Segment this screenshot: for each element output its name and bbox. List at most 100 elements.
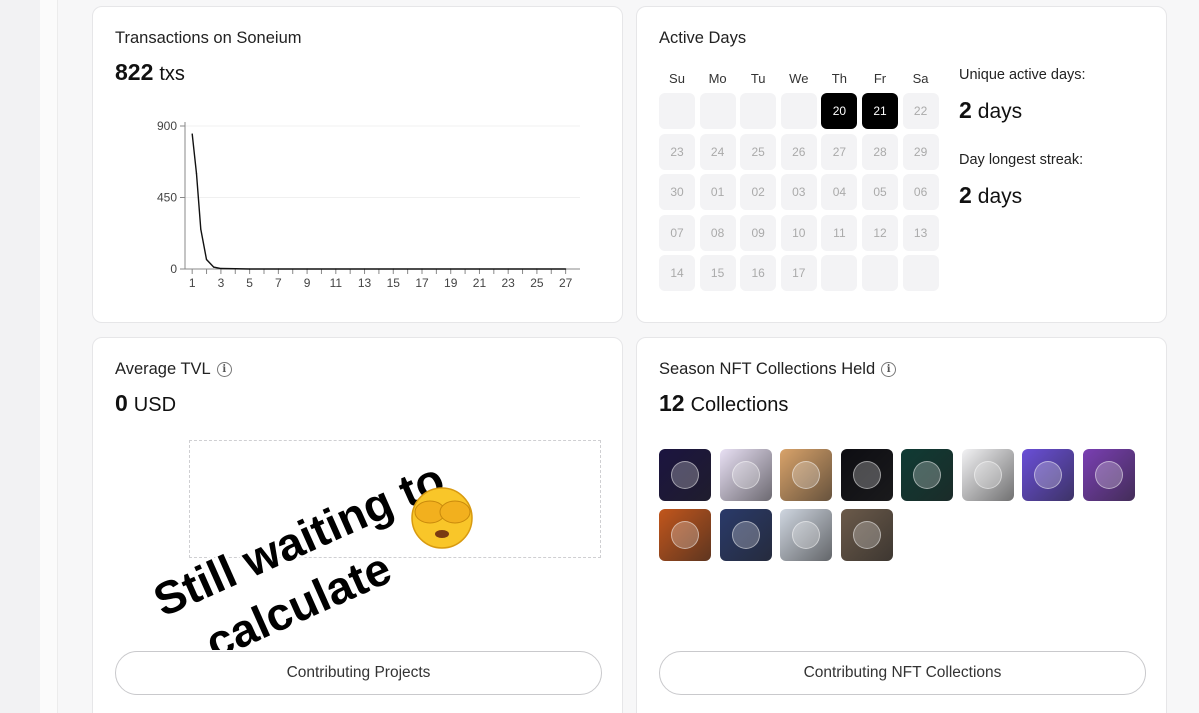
transactions-chart: 90045001 3 5 7 9 11 13 15 17 19 21 23 25 27 — [157, 119, 580, 290]
active-days-title: Active Days — [659, 29, 747, 47]
calendar-day[interactable]: 21 — [862, 93, 898, 129]
calendar-day[interactable]: 26 — [780, 133, 817, 170]
data-point — [565, 268, 567, 270]
nft-cube-burst-icon[interactable] — [719, 509, 772, 561]
calendar-empty-cell — [902, 255, 939, 292]
streak-value: 2 — [959, 182, 972, 208]
nft-title: Season NFT Collections Held — [659, 360, 876, 378]
data-point — [450, 268, 452, 270]
calendar-day[interactable]: 09 — [740, 214, 777, 251]
calendar-day[interactable]: 10 — [780, 214, 817, 251]
contributing-nft-collections-button[interactable]: Contributing NFT Collections — [659, 651, 1146, 695]
x-tick-label: 27 — [559, 276, 573, 290]
streak-unit: days — [977, 185, 1023, 208]
data-point — [213, 266, 215, 268]
calendar-day[interactable]: 14 — [659, 255, 695, 292]
nft-thumb-mark — [913, 461, 941, 489]
tvl-value: 0 — [115, 390, 128, 416]
weekday-label: Th — [831, 71, 847, 86]
data-point — [220, 267, 222, 270]
calendar-day[interactable]: 05 — [862, 174, 898, 211]
sidebar-edge — [40, 0, 58, 713]
nft-orange-portal-icon[interactable] — [659, 509, 711, 561]
data-point — [277, 268, 279, 270]
y-tick-label: 450 — [157, 191, 177, 205]
data-point — [363, 268, 366, 270]
nft-unit: Collections — [690, 394, 789, 416]
calendar-day[interactable]: 17 — [780, 255, 817, 292]
data-point — [195, 173, 198, 175]
nft-thumb-mark — [671, 461, 699, 489]
calendar-day[interactable]: 29 — [902, 133, 939, 170]
calendar-day[interactable]: 16 — [740, 255, 777, 292]
weekday-label: Su — [669, 71, 685, 86]
unique-days-unit: days — [977, 100, 1023, 123]
nft-soneium-id-icon[interactable] — [840, 449, 893, 501]
left-rail — [0, 0, 40, 713]
nft-dark-logo-icon[interactable] — [659, 449, 711, 501]
nft-hex-badge-icon[interactable] — [961, 449, 1014, 501]
nft-thumb-mark — [731, 461, 760, 489]
calendar-day[interactable]: 12 — [862, 214, 898, 251]
transactions-card: Transactions on Soneium 822 txs 900 450 0 1… — [92, 6, 623, 323]
nft-title-row: Season NFT Collections Held i — [659, 360, 897, 379]
x-tick-label: 15 — [387, 276, 401, 290]
nft-purple-phone-icon[interactable] — [1022, 449, 1074, 501]
calendar-day[interactable]: 13 — [902, 214, 939, 251]
data-point — [392, 268, 394, 270]
nft-green-card-icon[interactable] — [901, 449, 953, 501]
data-point — [421, 268, 423, 270]
weekday-label: Mo — [708, 71, 727, 86]
nft-treasure-chest-icon[interactable] — [1082, 449, 1135, 501]
average-tvl-card: Average TVL i 0 USD Contributing Project… — [92, 337, 623, 713]
calendar-day[interactable]: 03 — [780, 174, 817, 211]
x-tick-label: 5 — [246, 276, 253, 290]
calendar-day[interactable]: 07 — [659, 214, 695, 251]
x-tick-label: 25 — [530, 276, 544, 290]
calendar-day[interactable]: 01 — [699, 174, 736, 211]
transactions-unit: txs — [159, 63, 185, 85]
weekday-label: We — [789, 71, 809, 86]
streak-metric: 2 days — [959, 182, 1022, 209]
nft-blockchain-games-icon[interactable] — [840, 509, 893, 561]
calendar-day[interactable]: 08 — [699, 214, 736, 251]
calendar-day[interactable]: 04 — [821, 174, 858, 211]
calendar-day[interactable]: 15 — [699, 255, 736, 292]
info-icon[interactable]: i — [881, 362, 897, 377]
contributing-projects-button[interactable]: Contributing Projects — [115, 651, 602, 695]
weekday-label: Tu — [750, 71, 766, 86]
calendar-day[interactable]: 24 — [699, 133, 736, 170]
calendar-day[interactable]: 27 — [821, 133, 858, 170]
nft-thumb-mark — [792, 461, 820, 489]
nft-thumb-mark — [1094, 461, 1123, 489]
calendar-day[interactable]: 25 — [740, 133, 777, 170]
calendar-day[interactable]: 20 — [821, 93, 858, 129]
y-tick-label: 0 — [170, 262, 177, 276]
nft-anime-group-icon[interactable] — [780, 449, 832, 501]
calendar-day[interactable]: 28 — [862, 133, 898, 170]
info-icon[interactable]: i — [216, 362, 232, 377]
calendar-day[interactable]: 23 — [659, 133, 695, 170]
nft-city-scene-icon[interactable] — [780, 509, 832, 561]
data-point — [191, 133, 193, 135]
x-tick-label: 19 — [444, 276, 458, 290]
calendar-day[interactable]: 30 — [659, 174, 695, 211]
calendar-empty-cell — [780, 93, 817, 129]
data-point — [335, 268, 337, 270]
calendar-day[interactable]: 06 — [902, 174, 939, 211]
calendar-empty-cell — [862, 255, 898, 292]
x-tick-label: 11 — [330, 276, 343, 290]
nft-count: 12 — [659, 390, 685, 416]
transactions-count: 822 — [115, 59, 154, 85]
calendar-empty-cell — [740, 93, 777, 129]
nft-collections-card: Season NFT Collections Held i 12 Collect… — [636, 337, 1167, 713]
nft-robot-dog-icon[interactable] — [719, 449, 772, 501]
calendar-day[interactable]: 02 — [740, 174, 777, 211]
data-point — [205, 258, 208, 261]
x-tick-label: 1 — [189, 276, 196, 290]
calendar-empty-cell — [699, 93, 736, 129]
calendar-day[interactable]: 11 — [821, 214, 858, 251]
active-days-card: Active Days Su Mo Tu We Th Fr Sa 20 21 22 23 24 25 26… — [636, 6, 1167, 323]
data-point — [507, 268, 509, 270]
calendar-day[interactable]: 22 — [902, 93, 939, 129]
